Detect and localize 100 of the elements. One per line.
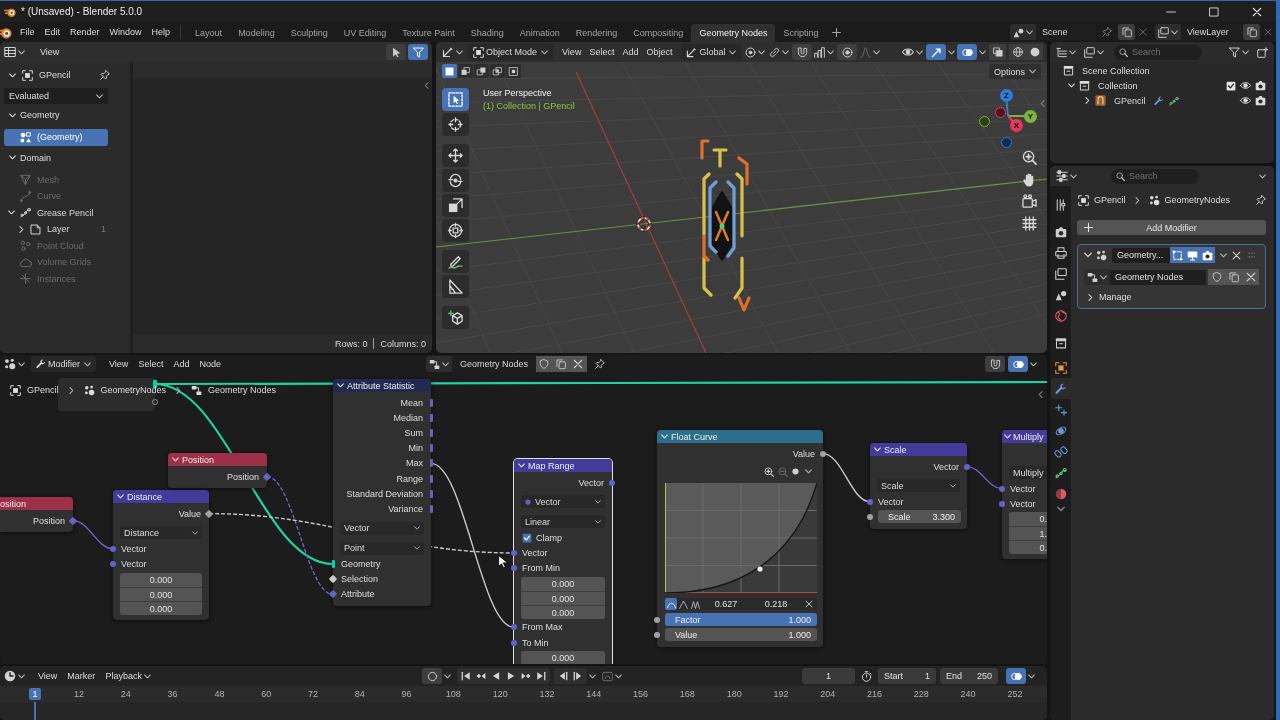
eye-icon[interactable]	[902, 46, 914, 58]
menu-item[interactable]: File	[15, 23, 40, 41]
sliders-icon[interactable]	[1056, 170, 1068, 182]
tool-button[interactable]	[442, 275, 469, 298]
filter-icon[interactable]	[1229, 46, 1240, 58]
menu-item[interactable]: Select	[585, 43, 619, 61]
caret-icon[interactable]	[1097, 48, 1104, 56]
socket-icon[interactable]	[511, 549, 517, 556]
menu-item[interactable]: Select	[133, 355, 169, 373]
chevron-icon[interactable]	[9, 111, 16, 119]
caret-icon[interactable]	[444, 672, 451, 680]
menu-item[interactable]: Edit	[39, 23, 66, 41]
number-field[interactable]: 0.218	[751, 599, 801, 610]
tool-button[interactable]	[442, 250, 469, 273]
workspace-tab[interactable]: Animation	[511, 24, 568, 42]
subpanel-title[interactable]: Manage	[1099, 292, 1132, 302]
breadcrumb-item[interactable]: Geometry Nodes	[208, 385, 277, 395]
tool-button[interactable]	[442, 88, 469, 111]
name-field[interactable]: Geometry...	[1112, 247, 1170, 263]
dot-icon[interactable]	[792, 468, 799, 476]
toggle-button[interactable]	[422, 668, 442, 684]
link-icon[interactable]	[769, 46, 781, 58]
menu-item[interactable]: View	[558, 43, 586, 61]
caret-icon[interactable]	[1259, 172, 1266, 180]
search-input[interactable]: Search	[1132, 45, 1194, 59]
chevron-left-icon[interactable]	[1039, 100, 1046, 107]
camera-icon[interactable]	[1255, 95, 1266, 106]
caret-icon[interactable]	[1069, 48, 1076, 56]
frame-field[interactable]: 1	[802, 668, 855, 684]
node-header[interactable]: Distance	[113, 490, 209, 503]
tool-button[interactable]	[442, 144, 469, 167]
name-field[interactable]: Geometry Nodes	[1110, 269, 1206, 285]
number-field[interactable]: 0.000	[521, 576, 605, 591]
tree-item-label[interactable]: Collection	[1098, 80, 1138, 91]
axis-handle[interactable]: X	[1010, 119, 1023, 132]
pin-icon[interactable]	[1102, 27, 1112, 37]
workspace-tab[interactable]: Layout	[187, 24, 231, 42]
gauge-icon[interactable]	[602, 670, 613, 682]
workspace-tab[interactable]: Rendering	[567, 24, 626, 42]
toggle-button[interactable]	[1200, 247, 1215, 263]
maximize-icon[interactable]	[1209, 6, 1219, 17]
table-icon[interactable]	[4, 46, 16, 58]
menu-item[interactable]: Add	[618, 43, 643, 61]
stopwatch-icon[interactable]	[861, 670, 872, 682]
workspace-tab[interactable]: Texture Paint	[394, 24, 463, 42]
start-field[interactable]: Start 1	[878, 668, 936, 684]
toggle-button[interactable]	[985, 356, 1005, 372]
tool-button[interactable]	[442, 194, 469, 217]
tool-button[interactable]	[442, 219, 469, 242]
caret-icon[interactable]	[1220, 251, 1227, 259]
selection-mode-button[interactable]	[506, 64, 521, 78]
toggle-button[interactable]	[1008, 356, 1028, 372]
current-frame-marker[interactable]: 1	[29, 688, 41, 700]
mode-dropdown[interactable]: Object Mode	[468, 44, 554, 60]
jump-to-end-icon[interactable]	[536, 671, 546, 681]
menu-item[interactable]: Marker	[62, 667, 101, 685]
number-field[interactable]: Value 1.000	[665, 628, 817, 642]
selection-mode-button[interactable]	[490, 64, 505, 78]
caret-icon[interactable]	[979, 48, 986, 56]
node-header[interactable]: Scale	[870, 443, 967, 456]
menu-item[interactable]: Window	[104, 23, 147, 41]
square-plus-icon[interactable]	[1257, 46, 1268, 58]
axis-handle[interactable]: Z	[1000, 89, 1013, 102]
caret-icon[interactable]	[948, 48, 955, 56]
node-header[interactable]: Attribute Statistic	[333, 379, 431, 392]
list-item[interactable]: Grease Pencil	[4, 204, 108, 221]
properties-tab[interactable]	[1051, 378, 1071, 399]
node-header[interactable]: Float Curve	[657, 430, 823, 443]
chevron-icon[interactable]	[1056, 505, 1065, 513]
menu-item[interactable]: Add	[168, 355, 195, 373]
caret-icon[interactable]	[1242, 48, 1249, 56]
socket-icon[interactable]	[511, 639, 517, 646]
checkbox[interactable]	[522, 532, 532, 543]
caret-icon[interactable]	[615, 672, 622, 680]
breadcrumb-item[interactable]: GPencil	[27, 385, 59, 395]
wrench-icon[interactable]	[1153, 95, 1164, 106]
workspace-tab[interactable]: Scripting	[775, 24, 827, 42]
workspace-tab[interactable]: Compositing	[625, 24, 692, 42]
tool-button[interactable]	[442, 306, 469, 329]
number-field[interactable]: 0.627	[701, 599, 751, 610]
copy-button[interactable]	[1225, 269, 1242, 285]
search-field[interactable]: Search	[1114, 44, 1202, 60]
browse-button[interactable]	[425, 356, 452, 372]
tool-button[interactable]	[442, 113, 469, 136]
menu-item[interactable]: View	[33, 667, 63, 685]
toggle-button[interactable]	[957, 44, 977, 60]
stacked-images-icon[interactable]	[1084, 46, 1095, 58]
caret-icon[interactable]	[18, 48, 25, 56]
axis-circle-icon[interactable]	[995, 107, 1006, 118]
caret-icon[interactable]	[873, 48, 881, 56]
axis-handle[interactable]: Y	[1024, 110, 1037, 123]
browse-button[interactable]	[1155, 24, 1181, 40]
bars-icon[interactable]	[814, 46, 826, 58]
bar-triangle-right-icon[interactable]	[573, 671, 583, 681]
chevron-left-icon[interactable]	[423, 82, 430, 89]
playback-menu[interactable]: Playback	[100, 667, 156, 685]
node-card[interactable]: Multiply Multiply Vector Vector 0. 1. 0.	[1002, 430, 1047, 560]
toggle-button[interactable]	[386, 44, 406, 60]
slider-field[interactable]: Factor 1.000	[665, 613, 817, 627]
shading-button[interactable]	[1026, 44, 1043, 60]
